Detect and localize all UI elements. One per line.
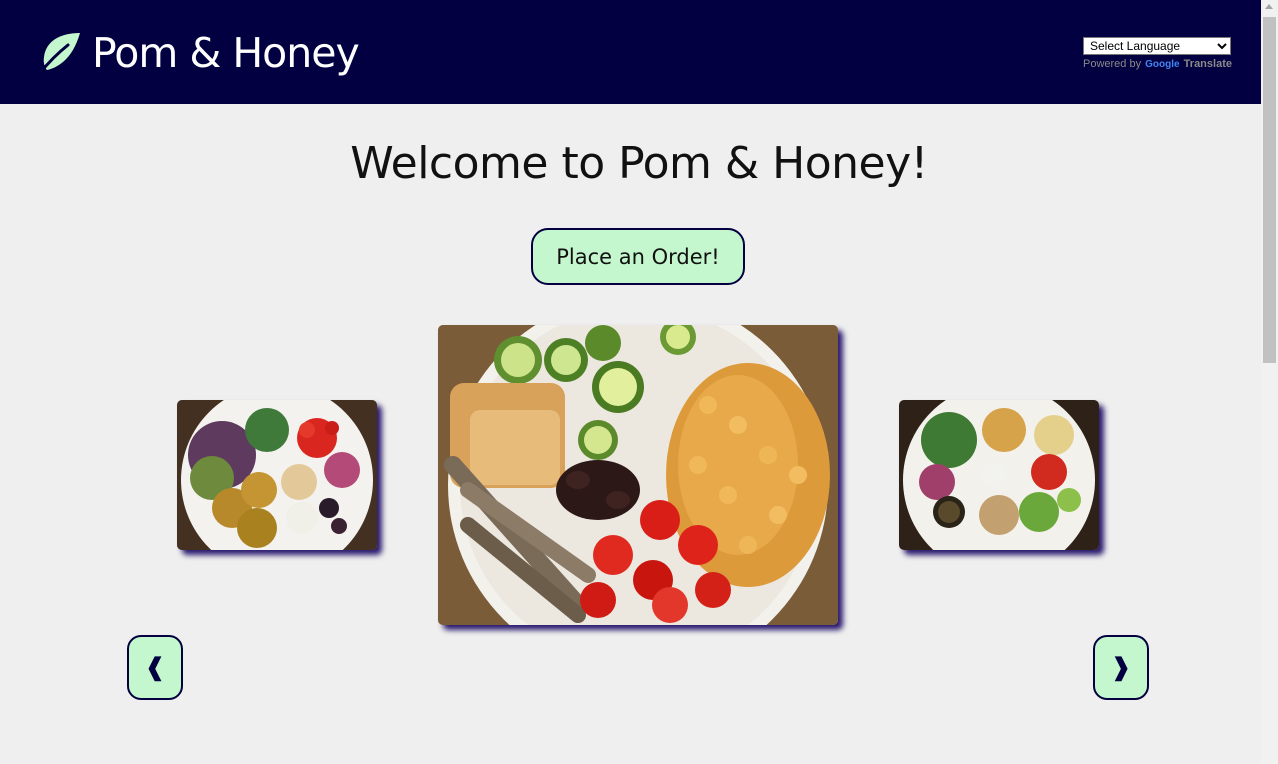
falafel-salad-plate: [177, 400, 377, 550]
carousel-image-current[interactable]: [438, 325, 838, 625]
powered-by-google: Powered by Google Translate: [1083, 58, 1232, 70]
brand-logo[interactable]: Pom & Honey: [38, 29, 360, 77]
site-header: Pom & Honey Select Language Powered by G…: [0, 0, 1261, 104]
leaf-icon: [38, 33, 80, 75]
vertical-scrollbar[interactable]: [1261, 0, 1278, 764]
scroll-thumb[interactable]: [1263, 17, 1276, 363]
google-logo: Google: [1145, 59, 1180, 70]
chickpea-sardine-bowl: [438, 325, 838, 625]
greens-chickpea-plate: [899, 400, 1099, 550]
scroll-up-arrow-icon[interactable]: [1265, 4, 1273, 9]
translate-link[interactable]: Translate: [1184, 58, 1232, 70]
carousel-image-next[interactable]: [899, 400, 1099, 550]
google-translate-widget: Select Language Powered by Google Transl…: [1083, 35, 1232, 70]
carousel-next-button[interactable]: ❱: [1093, 635, 1149, 700]
powered-by-label: Powered by: [1083, 58, 1142, 70]
language-select[interactable]: Select Language: [1083, 37, 1231, 55]
carousel-prev-button[interactable]: ❰: [127, 635, 183, 700]
place-order-button[interactable]: Place an Order!: [531, 228, 745, 285]
page-title: Welcome to Pom & Honey!: [350, 138, 928, 189]
carousel-image-prev[interactable]: [177, 400, 377, 550]
brand-name: Pom & Honey: [92, 29, 360, 77]
